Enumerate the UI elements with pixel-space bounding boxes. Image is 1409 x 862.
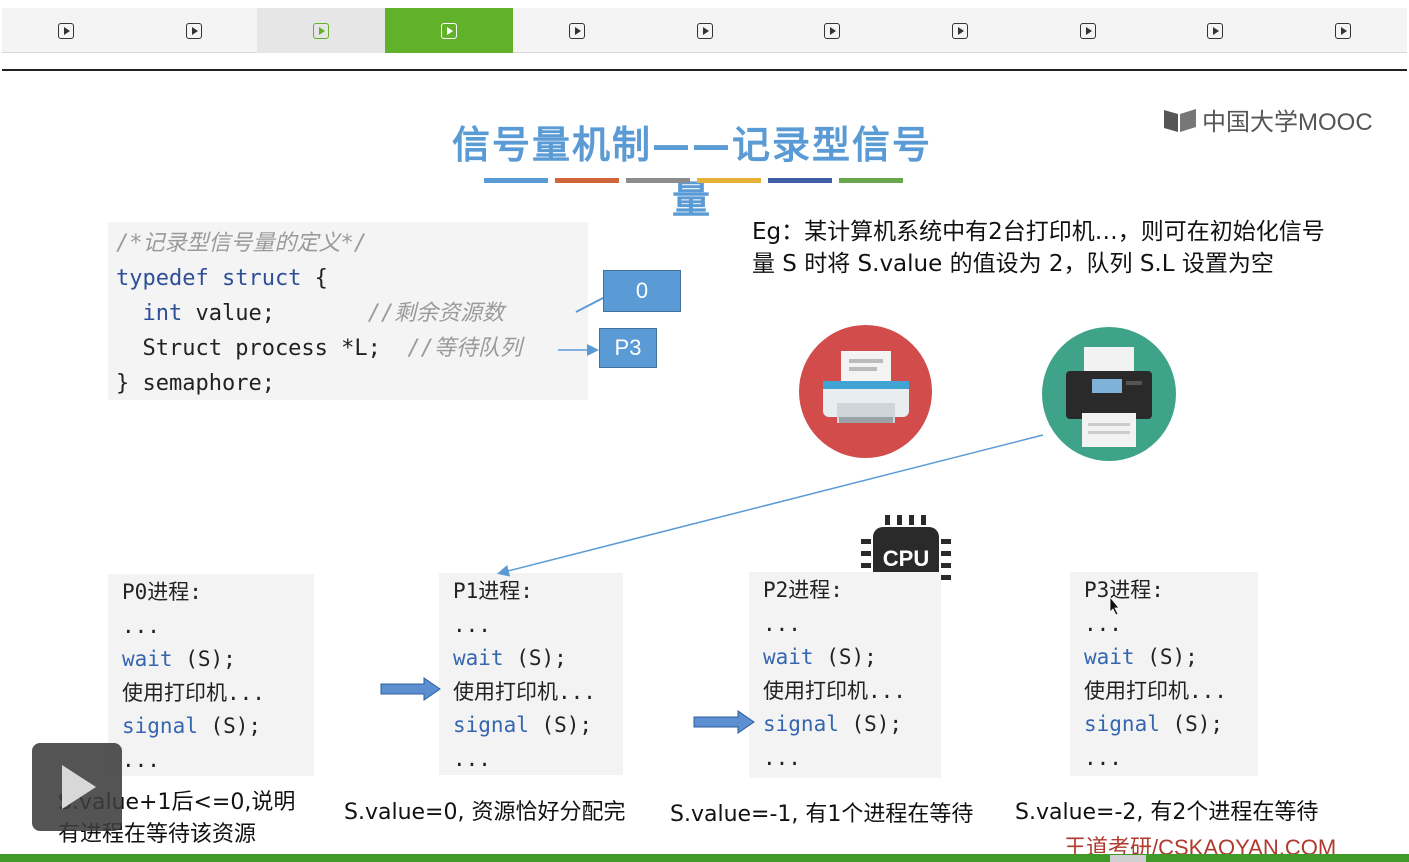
play-button[interactable] [32,743,122,831]
progress-bar[interactable] [0,854,1409,862]
progress-handle[interactable] [1110,855,1146,862]
arrows-overlay [380,297,1120,734]
mouse-cursor-icon [1109,595,1120,616]
printer-to-p1-arrow [497,434,1044,577]
value-box-callout [575,297,604,313]
video-player: 信号量机制——记录型信号量 中国大学MOOC /*记录型信号量的定义*/type… [0,0,1409,862]
current-pointer-p2 [693,710,755,734]
current-pointer-p1 [380,677,441,701]
